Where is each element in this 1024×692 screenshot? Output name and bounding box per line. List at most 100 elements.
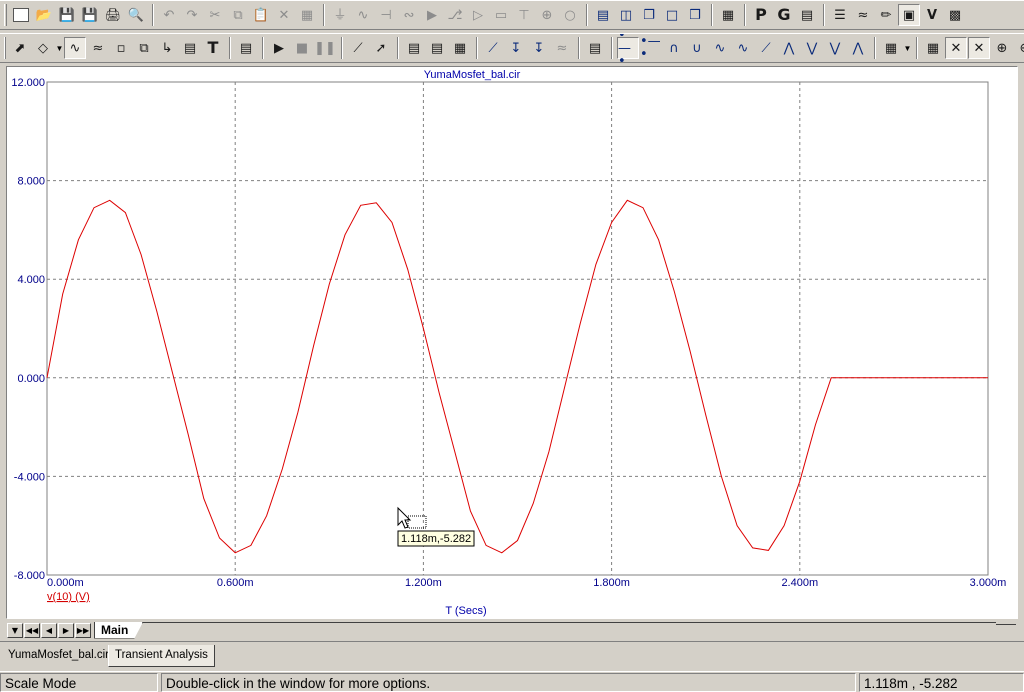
- values-icon[interactable]: ☰: [829, 4, 851, 26]
- global-high-icon[interactable]: ∿: [732, 37, 754, 59]
- print-icon[interactable]: 🖨: [102, 4, 124, 26]
- left-cursor-move-icon[interactable]: ✕: [945, 37, 967, 59]
- box-zoom-icon[interactable]: ▫: [110, 37, 132, 59]
- select-arrow-icon[interactable]: ⬈: [9, 37, 31, 59]
- tab-menu-button[interactable]: ▼: [7, 622, 23, 638]
- toolbar-grip[interactable]: [4, 37, 6, 59]
- source-icon[interactable]: ▭: [490, 4, 512, 26]
- tab-transient-analysis[interactable]: Transient Analysis: [108, 645, 215, 667]
- delete-icon[interactable]: ✕: [273, 4, 295, 26]
- capacitor-icon[interactable]: ⊣: [375, 4, 397, 26]
- restore-icon[interactable]: ❒: [684, 4, 706, 26]
- grid-pattern-3-icon[interactable]: ▦: [449, 37, 471, 59]
- tab-circuit-file[interactable]: YumaMosfet_bal.cir: [2, 645, 115, 667]
- opamp-icon[interactable]: ▷: [467, 4, 489, 26]
- plot-svg[interactable]: YumaMosfet_bal.cir 0.000m 0.600m 1.200m 1.8…: [7, 67, 1017, 618]
- arrow-line-icon[interactable]: ➚: [370, 37, 392, 59]
- open-folder-icon[interactable]: 📂: [33, 4, 55, 26]
- tab-main[interactable]: Main: [94, 622, 143, 639]
- bottom-icon[interactable]: ⋁: [801, 37, 823, 59]
- series-line: [46, 199, 988, 554]
- calculator-icon[interactable]: ▦: [717, 4, 739, 26]
- ground-icon[interactable]: ⏚: [329, 4, 351, 26]
- inflection-icon[interactable]: ∿: [709, 37, 731, 59]
- copy-icon[interactable]: ⧉: [227, 4, 249, 26]
- diode-icon[interactable]: ▶: [421, 4, 443, 26]
- horizontal-scroll-thumb[interactable]: [996, 624, 1016, 636]
- left-cursor-icon[interactable]: ↧: [505, 37, 527, 59]
- pause-icon[interactable]: ❚❚: [314, 37, 336, 59]
- plot-stack-icon[interactable]: ▤: [584, 37, 606, 59]
- save-all-icon[interactable]: 💾: [79, 4, 101, 26]
- resistor-icon[interactable]: ∿: [352, 4, 374, 26]
- stop-icon[interactable]: ■: [291, 37, 313, 59]
- valley-icon[interactable]: •—•: [640, 35, 662, 61]
- grid-icon[interactable]: G: [773, 4, 795, 26]
- waveform-icon[interactable]: ≈: [852, 4, 874, 26]
- probe-icon[interactable]: ✏: [875, 4, 897, 26]
- paste-icon[interactable]: 📋: [250, 4, 272, 26]
- waveform-sine-icon[interactable]: ≈: [87, 37, 109, 59]
- right-cursor-move-icon[interactable]: ✕: [968, 37, 990, 59]
- status-coordinates: 1.118m , -5.282: [859, 673, 1024, 692]
- select-all-icon[interactable]: ▦: [296, 4, 318, 26]
- zoom-in-icon[interactable]: ⊕: [991, 37, 1013, 59]
- last-page-button[interactable]: ▶▶: [75, 622, 91, 638]
- line-tool-icon[interactable]: ⟋: [347, 37, 369, 59]
- slope-icon[interactable]: ⋁: [824, 37, 846, 59]
- cursor-mode-icon[interactable]: ⟋: [482, 37, 504, 59]
- properties-dialog-icon[interactable]: ▤: [235, 37, 257, 59]
- text-icon[interactable]: T: [202, 37, 224, 59]
- flag-icon[interactable]: ⊕: [536, 4, 558, 26]
- window-icon[interactable]: ▩: [944, 4, 966, 26]
- right-cursor-icon[interactable]: ↧: [528, 37, 550, 59]
- cascade-icon[interactable]: ❐: [638, 4, 660, 26]
- y-tick-label: 12.000: [11, 77, 45, 89]
- y-tick-label: 4.000: [17, 274, 45, 286]
- chevron-down-icon[interactable]: ▼: [55, 44, 64, 53]
- top-icon[interactable]: ⋀: [778, 37, 800, 59]
- battery-icon[interactable]: ⊤: [513, 4, 535, 26]
- save-icon[interactable]: 💾: [56, 4, 78, 26]
- add-waveform-icon[interactable]: ∿: [64, 37, 86, 59]
- low-icon[interactable]: ∪: [686, 37, 708, 59]
- cut-icon[interactable]: ✂: [204, 4, 226, 26]
- high-icon[interactable]: ∩: [663, 37, 685, 59]
- shape-select-icon[interactable]: ◇: [32, 37, 54, 59]
- properties-icon[interactable]: P: [750, 4, 772, 26]
- maximize-icon[interactable]: □: [661, 4, 683, 26]
- first-page-button[interactable]: ◀◀: [24, 622, 40, 638]
- transistor-icon[interactable]: ⎇: [444, 4, 466, 26]
- next-page-button[interactable]: ▶: [58, 622, 74, 638]
- new-file-icon[interactable]: [10, 4, 32, 26]
- run-icon[interactable]: ▶: [268, 37, 290, 59]
- status-bar: Scale Mode Double-click in the window fo…: [0, 671, 1024, 692]
- toolbar-grip[interactable]: [4, 4, 7, 26]
- inductor-icon[interactable]: ∾: [398, 4, 420, 26]
- component-panel-icon[interactable]: ▤: [796, 4, 818, 26]
- peak-icon[interactable]: •—•: [617, 34, 639, 62]
- trace-icon[interactable]: ↳: [156, 37, 178, 59]
- tile-horizontal-icon[interactable]: ▤: [592, 4, 614, 26]
- global-low-icon[interactable]: ⟋: [755, 37, 777, 59]
- table-icon[interactable]: ▦: [880, 37, 902, 59]
- scope-view-icon[interactable]: ▤: [179, 37, 201, 59]
- grid-pattern-4-icon[interactable]: ▦: [922, 37, 944, 59]
- undo-icon[interactable]: ↶: [158, 4, 180, 26]
- redo-icon[interactable]: ↷: [181, 4, 203, 26]
- scope-icon[interactable]: ▣: [898, 4, 920, 26]
- chevron-down-icon[interactable]: ▼: [903, 44, 912, 53]
- cursor-tooltip: 1.118m,-5.282: [397, 506, 475, 547]
- node-icon[interactable]: ○: [559, 4, 581, 26]
- zoom-out-icon[interactable]: ⊖: [1014, 37, 1024, 59]
- tile-vertical-icon[interactable]: ◫: [615, 4, 637, 26]
- voltage-display-icon[interactable]: V: [921, 4, 943, 26]
- data-points-icon[interactable]: ≈: [551, 37, 573, 59]
- print-preview-icon[interactable]: 🔍: [125, 4, 147, 26]
- plot-area[interactable]: YumaMosfet_bal.cir 0.000m 0.600m 1.200m 1.8…: [6, 66, 1018, 619]
- grid-pattern-2-icon[interactable]: ▤: [426, 37, 448, 59]
- 3d-chart-icon[interactable]: ⋀: [847, 37, 869, 59]
- grid-pattern-1-icon[interactable]: ▤: [403, 37, 425, 59]
- prev-page-button[interactable]: ◀: [41, 622, 57, 638]
- scale-icon[interactable]: ⧉: [133, 37, 155, 59]
